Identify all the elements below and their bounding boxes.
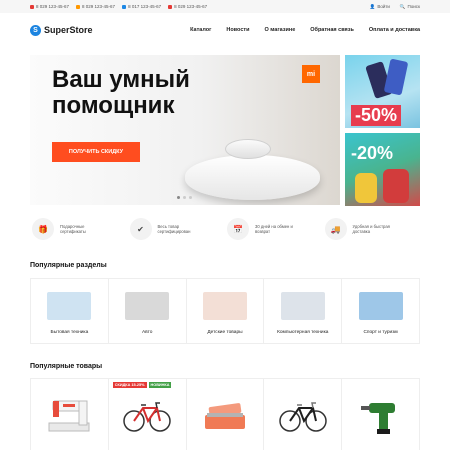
robot-vacuum-top [225, 139, 271, 159]
slider-dot[interactable] [183, 196, 186, 199]
feature-certified: ✔ Весь товар сертифицирован [128, 218, 226, 240]
discount-badge: СКИДКА 15-25% [112, 382, 147, 388]
logo-icon: S [30, 24, 41, 36]
slider-dots [177, 196, 192, 199]
bicycle-image [279, 402, 327, 432]
mi-logo-icon: mi [302, 65, 320, 83]
computer-image [280, 292, 325, 320]
operator-icon [76, 4, 81, 9]
phone-link-3[interactable]: 8 017 123-45-67 [122, 4, 161, 9]
categories-grid: Бытовая техника Авто Детские товары Комп… [30, 278, 420, 344]
phone-link-2[interactable]: 8 029 123-45-67 [76, 4, 115, 9]
logo[interactable]: S SuperStore [30, 24, 93, 36]
promo-discount: -50% [351, 105, 402, 126]
search-icon: 🔍 [399, 3, 406, 9]
nav-item-news[interactable]: Новости [226, 27, 249, 33]
category-card-computers[interactable]: Компьютерная техника [264, 279, 343, 344]
hero-title: Ваш умный помощник [52, 66, 190, 119]
product-card[interactable] [31, 379, 109, 450]
feature-returns: 📅 30 дней на обмен и возврат [225, 218, 323, 240]
bicycle-image [123, 402, 171, 432]
phone-link-1[interactable]: 8 029 123-45-67 [30, 4, 69, 9]
category-card-appliances[interactable]: Бытовая техника [31, 279, 109, 344]
search-link[interactable]: 🔍 Поиск [400, 4, 420, 10]
category-card-auto[interactable]: Авто [108, 279, 187, 344]
promo-discount: -20% [351, 143, 394, 163]
promo-speakers-banner[interactable]: -20% [345, 133, 420, 206]
logo-text: SuperStore [44, 25, 93, 35]
gift-icon: 🎁 [32, 218, 54, 240]
smartphone-image [383, 58, 409, 96]
bikes-image [358, 292, 403, 320]
product-card[interactable] [342, 379, 420, 450]
phone-list: 8 029 123-45-67 8 029 123-45-67 8 017 12… [30, 4, 370, 9]
top-bar: 8 029 123-45-67 8 029 123-45-67 8 017 12… [0, 0, 450, 13]
nav-item-payment-delivery[interactable]: Оплата и доставка [369, 27, 420, 33]
feature-delivery: 🚚 Удобная и быстрая доставка [323, 218, 421, 240]
car-image [125, 292, 170, 320]
popular-products-title: Популярные товары [30, 363, 103, 370]
appliances-image [47, 292, 92, 320]
get-discount-button[interactable]: ПОЛУЧИТЬ СКИДКУ [52, 142, 140, 162]
hero-banner[interactable]: Ваш умный помощник ПОЛУЧИТЬ СКИДКУ mi [30, 55, 340, 205]
toolbox-image [204, 403, 245, 429]
sewing-machine-image [48, 400, 90, 432]
features-row: 🎁 Подарочные сертификаты ✔ Весь товар се… [30, 218, 420, 240]
new-badge: НОВИНКА [148, 382, 172, 388]
login-link[interactable]: 👤 Войти [370, 4, 390, 10]
user-icon: 👤 [369, 3, 376, 9]
drill-image [360, 403, 395, 434]
operator-icon [122, 4, 127, 9]
robot-vacuum-image [185, 155, 320, 200]
product-card[interactable] [187, 379, 265, 450]
speaker-image [383, 169, 409, 203]
category-card-kids[interactable]: Детские товары [186, 279, 265, 344]
product-card[interactable] [264, 379, 343, 450]
category-card-sport[interactable]: Спорт и туризм [342, 279, 420, 344]
promo-phones-banner[interactable]: -50% [345, 55, 420, 128]
products-grid: СКИДКА 15-25% НОВИНКА [30, 378, 420, 450]
nav-item-catalog[interactable]: Каталог [190, 27, 211, 33]
product-badges: СКИДКА 15-25% НОВИНКА [112, 382, 172, 388]
product-card[interactable]: СКИДКА 15-25% НОВИНКА [109, 379, 187, 450]
slider-dot[interactable] [177, 196, 180, 199]
feature-gift-certificates: 🎁 Подарочные сертификаты [30, 218, 128, 240]
calendar-icon: 📅 [227, 218, 249, 240]
baby-image [202, 292, 247, 320]
operator-icon [30, 4, 34, 9]
operator-icon [168, 4, 173, 9]
slider-dot[interactable] [189, 196, 192, 199]
main-nav: Каталог Новости О магазине Обратная связ… [190, 27, 420, 33]
shield-check-icon: ✔ [129, 218, 152, 240]
phone-link-4[interactable]: 8 029 123-45-67 [168, 4, 207, 9]
truck-icon: 🚚 [324, 218, 347, 240]
popular-categories-title: Популярные разделы [30, 262, 107, 269]
nav-item-about[interactable]: О магазине [264, 27, 295, 33]
nav-item-feedback[interactable]: Обратная связь [310, 27, 354, 33]
speaker-image [355, 173, 377, 203]
header: S SuperStore Каталог Новости О магазине … [0, 13, 450, 47]
